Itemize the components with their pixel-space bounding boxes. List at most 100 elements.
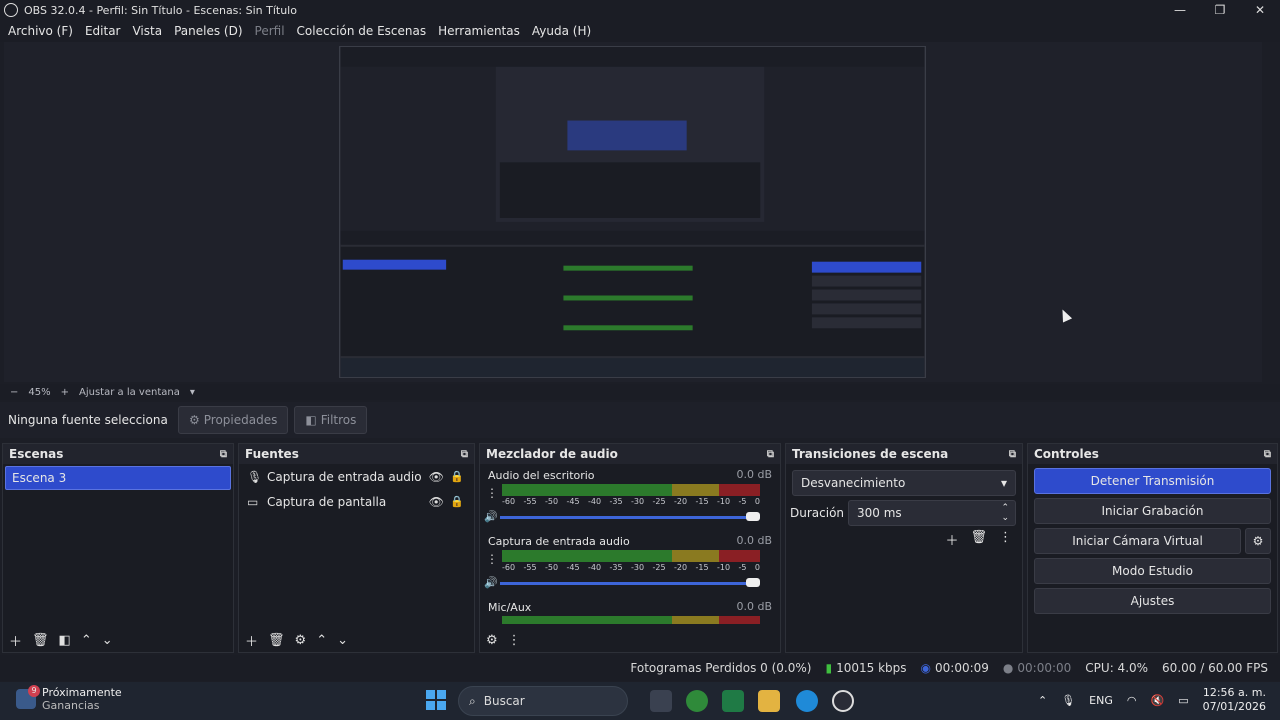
- volume-muted-icon[interactable]: 🔇: [1150, 694, 1164, 707]
- undock-icon[interactable]: ⧉: [461, 449, 468, 460]
- undock-icon[interactable]: ⧉: [220, 449, 227, 460]
- source-settings-icon[interactable]: ⚙: [295, 633, 307, 648]
- zoom-in-button[interactable]: +: [61, 387, 69, 398]
- clock[interactable]: 12:56 a. m. 07/01/2026: [1203, 686, 1266, 714]
- task-view-icon[interactable]: [650, 690, 672, 712]
- settings-button[interactable]: Ajustes: [1034, 588, 1271, 614]
- gear-icon: ⚙: [189, 413, 200, 427]
- zoom-level: 45%: [28, 386, 51, 398]
- close-button[interactable]: ✕: [1240, 0, 1280, 20]
- menu-coleccion-escenas[interactable]: Colección de Escenas: [291, 24, 433, 38]
- menu-archivo[interactable]: Archivo (F): [2, 24, 79, 38]
- move-up-icon[interactable]: ⌃: [316, 633, 327, 648]
- lock-icon[interactable]: 🔒: [450, 470, 464, 483]
- zoom-out-button[interactable]: −: [10, 387, 18, 398]
- volume-slider[interactable]: 🔊: [484, 510, 760, 524]
- source-label: Captura de entrada audio: [267, 469, 422, 484]
- preview-nested-capture: [340, 47, 925, 377]
- visibility-eye-icon[interactable]: 👁: [429, 495, 444, 509]
- transition-select[interactable]: Desvanecimiento ▾: [792, 470, 1016, 496]
- start-recording-button[interactable]: Iniciar Grabación: [1034, 498, 1271, 524]
- speaker-icon[interactable]: 🔊: [484, 510, 498, 523]
- minimize-button[interactable]: —: [1160, 0, 1200, 20]
- studio-mode-button[interactable]: Modo Estudio: [1034, 558, 1271, 584]
- fps: 60.00 / 60.00 FPS: [1162, 661, 1268, 675]
- fit-to-window[interactable]: Ajustar a la ventana: [79, 387, 180, 398]
- taskbar-search[interactable]: ⌕ Buscar: [458, 686, 628, 716]
- scene-item[interactable]: Escena 3: [5, 466, 231, 490]
- menu-editar[interactable]: Editar: [79, 24, 127, 38]
- properties-label: Propiedades: [203, 413, 278, 427]
- file-explorer-icon[interactable]: [758, 690, 780, 712]
- scene-filter-icon[interactable]: ◧: [59, 633, 71, 648]
- zoom-dropdown-icon[interactable]: ▾: [190, 387, 195, 398]
- maximize-button[interactable]: ❐: [1200, 0, 1240, 20]
- source-item[interactable]: ▭ Captura de pantalla 👁 🔒: [239, 489, 474, 514]
- monitor-icon: ▭: [247, 494, 259, 509]
- search-label: Buscar: [483, 694, 525, 708]
- language-indicator[interactable]: ENG: [1089, 694, 1113, 707]
- obs-taskbar-icon[interactable]: [832, 690, 854, 712]
- move-down-icon[interactable]: ⌄: [337, 633, 348, 648]
- duration-spinbox[interactable]: 300 ms ⌃ ⌄: [848, 500, 1016, 526]
- delete-source-icon[interactable]: 🗑: [268, 633, 285, 648]
- duration-label: Duración: [790, 506, 845, 520]
- source-item[interactable]: 🎙 Captura de entrada audio 👁 🔒: [239, 464, 474, 489]
- menu-herramientas[interactable]: Herramientas: [432, 24, 526, 38]
- weather-widget[interactable]: 9 Próximamente Ganancias: [16, 685, 122, 712]
- system-tray: ⌃ 🎙 ENG ◠ 🔇 ▭ 12:56 a. m. 07/01/2026: [1038, 686, 1266, 714]
- edge-browser-icon[interactable]: [796, 690, 818, 712]
- lock-icon[interactable]: 🔒: [450, 495, 464, 508]
- chevron-down-icon: ▾: [1000, 476, 1007, 490]
- excel-icon[interactable]: [722, 690, 744, 712]
- spin-arrows-icon[interactable]: ⌃ ⌄: [1001, 503, 1009, 523]
- microphone-icon[interactable]: 🎙: [1061, 694, 1075, 707]
- virtual-camera-settings-icon[interactable]: ⚙: [1245, 528, 1271, 554]
- battery-icon[interactable]: ▭: [1178, 694, 1188, 707]
- add-source-icon[interactable]: ＋: [245, 631, 258, 650]
- mixer-channel: Captura de entrada audio 0.0 dB ⋮ -60 -55…: [480, 530, 780, 596]
- delete-scene-icon[interactable]: 🗑: [32, 633, 49, 648]
- properties-button[interactable]: ⚙ Propiedades: [178, 406, 289, 434]
- delete-transition-icon[interactable]: 🗑: [970, 530, 987, 549]
- filters-label: Filtros: [320, 413, 357, 427]
- speaker-icon[interactable]: 🔊: [484, 576, 498, 589]
- mixer-menu-icon[interactable]: ⋮: [508, 633, 521, 648]
- visibility-eye-icon[interactable]: 👁: [429, 470, 444, 484]
- undock-icon[interactable]: ⧉: [1009, 449, 1016, 460]
- menu-paneles[interactable]: Paneles (D): [168, 24, 248, 38]
- transitions-dock: Transiciones de escena ⧉ Desvanecimiento…: [785, 443, 1023, 653]
- channel-db: 0.0 dB: [736, 534, 772, 547]
- mixer-channel: Mic/Aux 0.0 dB: [480, 596, 780, 626]
- volume-slider[interactable]: 🔊: [484, 576, 760, 590]
- move-down-icon[interactable]: ⌄: [102, 633, 113, 648]
- channel-menu-icon[interactable]: ⋮: [486, 486, 498, 500]
- transition-menu-icon[interactable]: ⋮: [999, 530, 1012, 549]
- volume-meter: [502, 550, 760, 564]
- xbox-icon[interactable]: [686, 690, 708, 712]
- duration-value: 300 ms: [857, 506, 902, 520]
- stream-time: 00:00:09: [935, 661, 989, 675]
- scenes-title: Escenas: [9, 447, 64, 461]
- wifi-icon[interactable]: ◠: [1127, 694, 1137, 707]
- sources-dock: Fuentes ⧉ 🎙 Captura de entrada audio 👁 🔒…: [238, 443, 475, 653]
- advanced-audio-gear-icon[interactable]: ⚙: [486, 633, 498, 648]
- undock-icon[interactable]: ⧉: [1264, 449, 1271, 460]
- menu-ayuda[interactable]: Ayuda (H): [526, 24, 597, 38]
- meter-ticks: -60 -55 -50 -45 -40 -35 -30 -25 -20 -15 -10 -5 0: [502, 563, 760, 572]
- chevron-up-icon[interactable]: ⌃: [1038, 694, 1047, 707]
- move-up-icon[interactable]: ⌃: [81, 633, 92, 648]
- channel-menu-icon[interactable]: ⋮: [486, 552, 498, 566]
- menu-perfil[interactable]: Perfil: [249, 24, 291, 38]
- channel-name: Captura de entrada audio: [488, 535, 630, 548]
- add-scene-icon[interactable]: ＋: [9, 631, 22, 650]
- start-virtual-camera-button[interactable]: Iniciar Cámara Virtual: [1034, 528, 1241, 554]
- stop-streaming-button[interactable]: Detener Transmisión: [1034, 468, 1271, 494]
- undock-icon[interactable]: ⧉: [767, 449, 774, 460]
- add-transition-icon[interactable]: ＋: [945, 530, 958, 549]
- menu-vista[interactable]: Vista: [126, 24, 168, 38]
- volume-meter: [502, 616, 760, 624]
- audio-mixer-dock: Mezclador de audio ⧉ Audio del escritori…: [479, 443, 781, 653]
- filters-button[interactable]: ◧ Filtros: [294, 406, 368, 434]
- windows-start-icon[interactable]: [426, 690, 446, 710]
